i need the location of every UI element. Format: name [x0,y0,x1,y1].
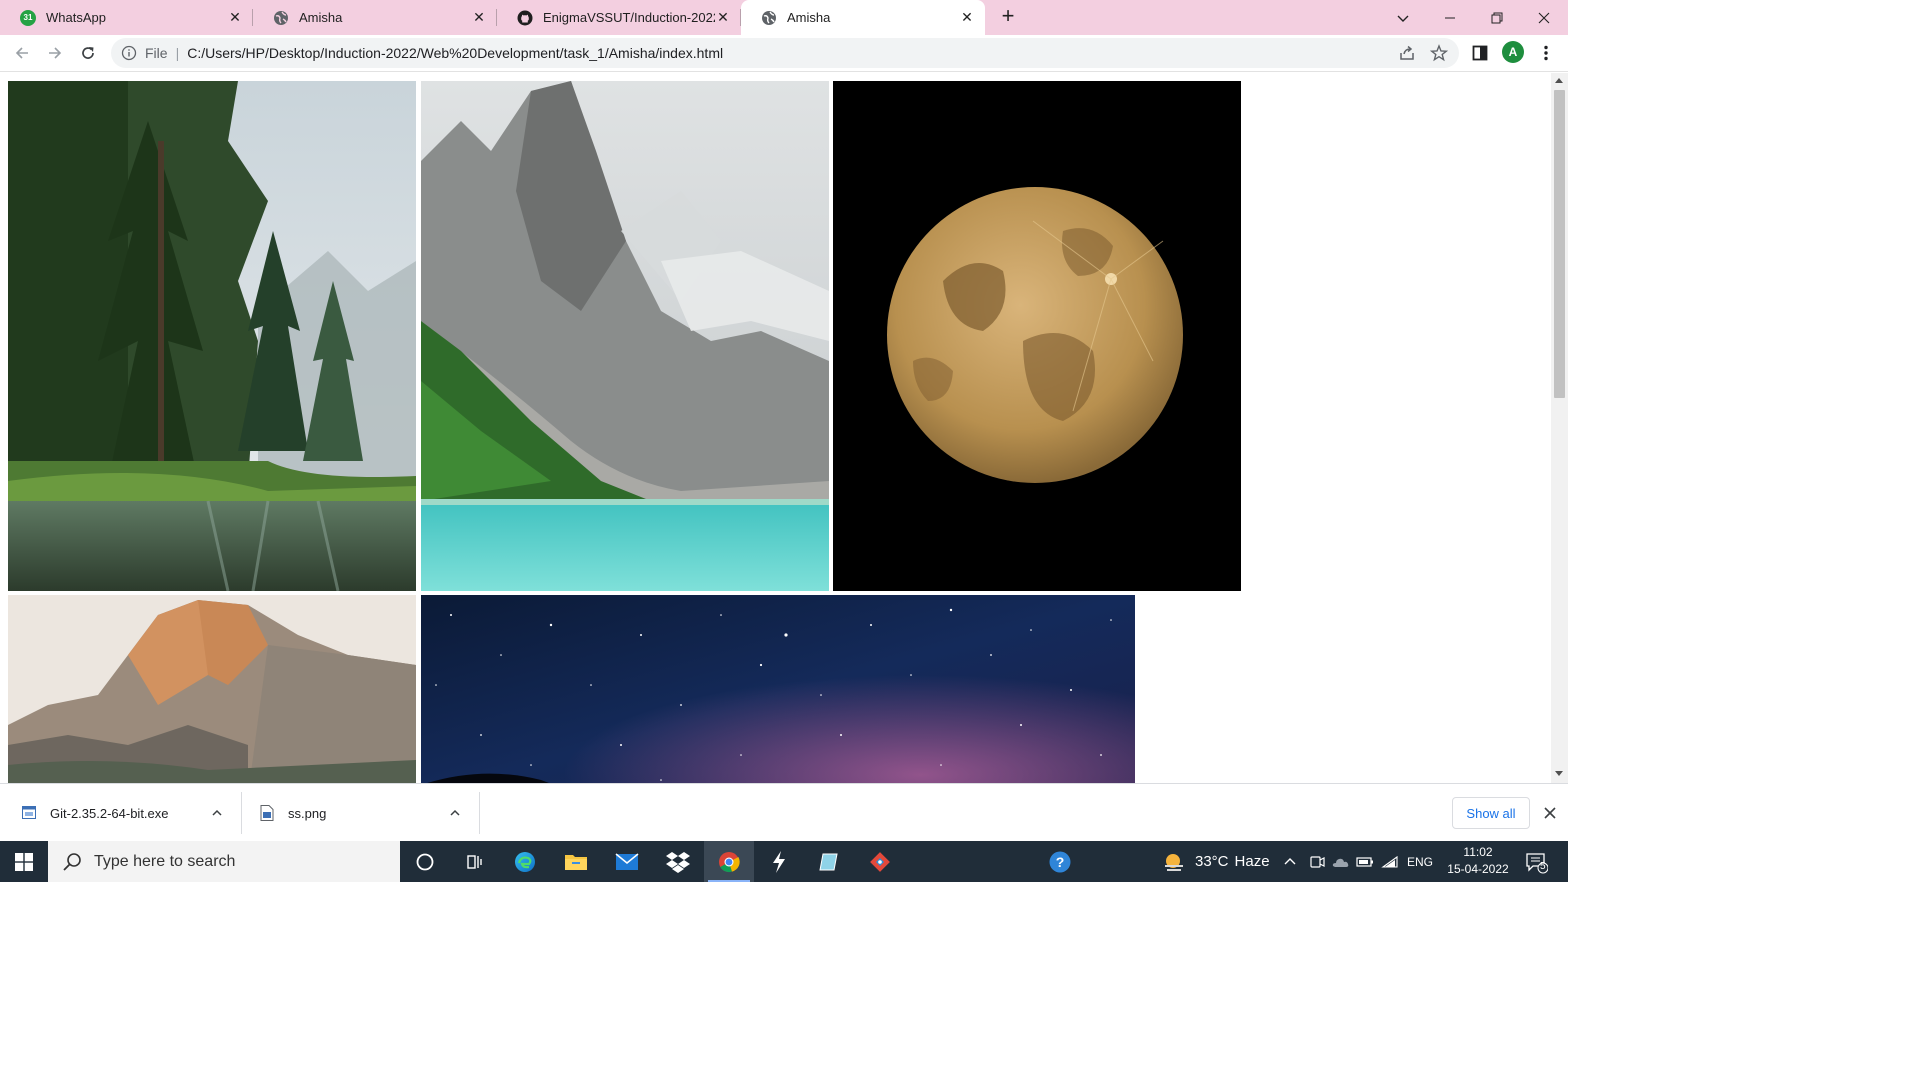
download-filename: ss.png [288,805,327,821]
system-clock[interactable]: 11:02 15-04-2022 [1440,844,1516,878]
github-icon [517,10,533,26]
tab-whatsapp[interactable]: 31 WhatsApp ✕ [0,0,253,35]
clock-time: 11:02 [1463,845,1493,859]
windows-taskbar: Type here to search ? 33°C Haze ENG 11:0… [0,841,1568,882]
starry-night-sky-photo [421,595,1135,783]
close-tab-icon[interactable]: ✕ [959,9,975,26]
close-tab-icon[interactable]: ✕ [227,9,243,26]
notification-count: 5 [1540,861,1546,872]
chevron-up-icon[interactable] [210,806,224,820]
mail-icon[interactable] [602,841,652,882]
info-icon[interactable] [121,45,137,61]
cortana-icon[interactable] [400,841,450,882]
scroll-up-arrow-icon[interactable] [1555,78,1563,83]
bookmark-star-icon[interactable] [1428,42,1450,64]
weather-temp: 33°C [1195,853,1229,870]
tab-amisha-1[interactable]: Amisha ✕ [253,0,497,35]
meet-now-icon[interactable] [1309,841,1325,882]
chevron-up-icon[interactable] [448,806,462,820]
notification-center-icon[interactable]: 5 [1524,841,1548,882]
tab-search-chevron-icon[interactable] [1380,0,1426,35]
exe-file-icon [22,806,36,819]
download-shelf: Git-2.35.2-64-bit.exe ss.png Show all [0,783,1568,841]
weather-widget[interactable]: 33°C Haze [1163,841,1270,882]
address-separator: | [175,45,180,61]
close-tab-icon[interactable]: ✕ [715,9,731,26]
tray-chevron-up-icon[interactable] [1283,841,1297,882]
help-icon[interactable]: ? [1035,841,1085,882]
back-arrow-icon[interactable] [8,39,36,67]
mountain-turquoise-lake-photo [421,81,829,591]
weather-condition: Haze [1234,853,1270,870]
kebab-menu-icon[interactable] [1535,42,1557,64]
git-app-icon[interactable] [855,841,905,882]
page-viewport [0,73,1551,783]
profile-avatar[interactable]: A [1502,41,1524,63]
notepad-app-icon[interactable] [804,841,854,882]
tab-title: WhatsApp [46,10,106,25]
clock-date: 15-04-2022 [1447,862,1509,876]
taskbar-search-input[interactable]: Type here to search [48,841,400,882]
browser-toolbar: File | C:/Users/HP/Desktop/Induction-202… [0,35,1568,72]
globe-icon [761,10,777,26]
share-icon[interactable] [1396,42,1418,64]
search-placeholder: Type here to search [94,852,236,870]
onedrive-icon[interactable] [1331,841,1349,882]
tab-title: Amisha [787,10,831,25]
restore-button[interactable] [1474,0,1520,35]
wifi-icon[interactable] [1381,841,1399,882]
battery-icon[interactable] [1356,841,1374,882]
page-scrollbar[interactable] [1551,73,1568,783]
svg-text:?: ? [1056,854,1065,870]
new-tab-button[interactable]: + [996,5,1020,29]
shelf-divider [241,792,242,834]
file-explorer-icon[interactable] [551,841,601,882]
show-all-downloads-button[interactable]: Show all [1452,797,1530,829]
forest-lake-photo [8,81,416,591]
sun-haze-icon [1165,853,1183,871]
chrome-icon[interactable] [704,841,754,882]
tab-title: Amisha [299,10,343,25]
tab-github-induction[interactable]: EnigmaVSSUT/Induction-2022: En ✕ [497,0,741,35]
granite-cliff-photo [8,595,416,783]
globe-icon [273,10,289,26]
desktop-screen: 31 WhatsApp ✕ Amisha ✕ EnigmaVSSUT/Induc… [0,0,1568,882]
edge-browser-icon[interactable] [500,841,550,882]
download-filename: Git-2.35.2-64-bit.exe [50,805,169,821]
side-panel-icon[interactable] [1469,42,1491,64]
download-item-ss-png[interactable]: ss.png [260,784,478,842]
forward-arrow-icon[interactable] [41,39,69,67]
scroll-down-arrow-icon[interactable] [1555,771,1563,776]
download-item-git[interactable]: Git-2.35.2-64-bit.exe [22,784,240,842]
address-scheme-label: File [145,45,168,61]
close-window-button[interactable] [1521,0,1567,35]
address-bar[interactable]: File | C:/Users/HP/Desktop/Induction-202… [111,38,1459,68]
browser-tab-strip: 31 WhatsApp ✕ Amisha ✕ EnigmaVSSUT/Induc… [0,0,1568,35]
minimize-button[interactable] [1427,0,1473,35]
tab-title: EnigmaVSSUT/Induction-2022: En [543,10,715,25]
windows-start-icon[interactable] [0,841,48,882]
task-view-icon[interactable] [450,841,500,882]
vscode-style-app-icon[interactable] [754,841,804,882]
close-tab-icon[interactable]: ✕ [471,9,487,26]
shelf-divider [479,792,480,834]
full-moon-photo [833,81,1241,591]
tab-amisha-active[interactable]: Amisha ✕ [741,0,985,35]
reload-icon[interactable] [74,39,102,67]
whatsapp-icon: 31 [20,9,36,26]
search-icon [63,852,81,871]
dropbox-icon[interactable] [653,841,703,882]
scrollbar-thumb[interactable] [1554,90,1565,398]
address-url[interactable]: C:/Users/HP/Desktop/Induction-2022/Web%2… [187,45,723,61]
image-file-icon [260,805,274,821]
language-indicator[interactable]: ENG [1407,841,1433,882]
close-shelf-icon[interactable] [1541,804,1559,822]
